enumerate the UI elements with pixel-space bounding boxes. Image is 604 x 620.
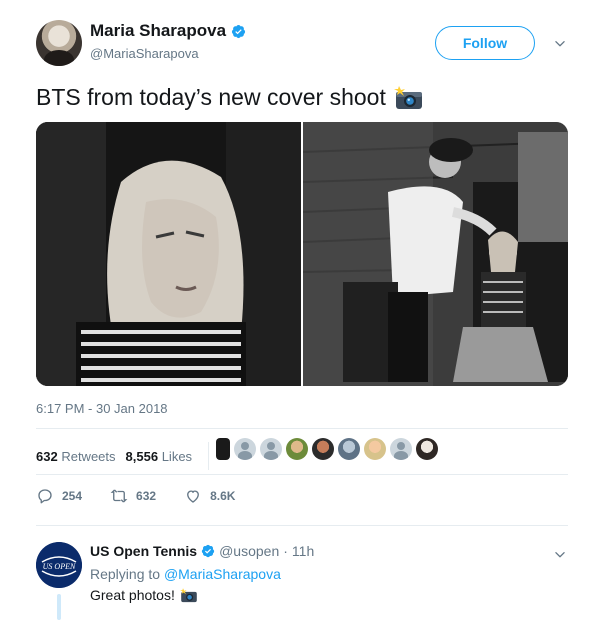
liker-avatar[interactable]	[416, 438, 438, 460]
tweet-card: Maria Sharapova @MariaSharapova Follow B…	[0, 0, 604, 620]
reply-text: Great photos!	[90, 587, 198, 603]
tweet-actions: 254 632 8.6K	[36, 487, 263, 505]
us-open-logo-icon: US OPEN	[36, 542, 82, 588]
retweet-icon	[110, 489, 128, 503]
verified-badge-icon	[231, 24, 246, 38]
chevron-down-icon[interactable]	[553, 37, 567, 51]
heart-icon	[187, 490, 199, 503]
stats-separator	[208, 442, 210, 470]
divider	[36, 474, 568, 475]
portrait-photo-image	[36, 122, 301, 386]
liker-avatar[interactable]	[234, 438, 256, 460]
chevron-down-icon[interactable]	[553, 548, 567, 562]
author-name-row: Maria Sharapova	[90, 21, 246, 41]
like-count: 8.6K	[210, 489, 236, 503]
reply-author-handle[interactable]: @usopen	[219, 543, 279, 559]
reply-header: US Open Tennis @usopen · 11h	[90, 543, 314, 559]
svg-text:US OPEN: US OPEN	[43, 562, 76, 571]
author-name[interactable]: Maria Sharapova	[90, 21, 226, 41]
retweets-count: 632	[36, 448, 58, 464]
photo-portrait[interactable]	[36, 122, 301, 386]
camera-with-flash-icon	[393, 85, 422, 109]
liker-avatar[interactable]	[312, 438, 334, 460]
retweets-label: Retweets	[61, 448, 116, 464]
retweet-action[interactable]: 632	[110, 487, 156, 505]
camera-with-flash-icon	[179, 587, 197, 602]
reply-action[interactable]: 254	[36, 487, 82, 505]
photo-behind-the-scenes[interactable]	[303, 122, 568, 386]
author-avatar[interactable]	[36, 20, 82, 66]
retweets-stat[interactable]: 632 Retweets	[36, 449, 116, 464]
liker-avatar[interactable]	[364, 438, 386, 460]
replying-prefix: Replying to	[90, 566, 161, 582]
bts-photo-image	[303, 122, 568, 386]
reply-tweet[interactable]: US OPEN US Open Tennis @usopen · 11h Rep…	[36, 540, 568, 620]
reply-separator: ·	[283, 543, 288, 559]
likes-label: Likes	[161, 448, 193, 464]
reply-text-content: Great photos!	[90, 587, 175, 603]
tweet-stats: 632 Retweets 8,556 Likes	[36, 442, 215, 470]
reply-time[interactable]: 11h	[292, 543, 314, 559]
liker-avatar[interactable]	[286, 438, 308, 460]
thread-line	[57, 594, 61, 620]
liker-avatar[interactable]	[390, 438, 412, 460]
likes-stat[interactable]: 8,556 Likes	[126, 449, 193, 464]
verified-badge-icon	[201, 544, 215, 558]
tweet-timestamp[interactable]: 6:17 PM - 30 Jan 2018	[36, 401, 168, 416]
reply-author-name[interactable]: US Open Tennis	[90, 543, 197, 559]
liker-avatar[interactable]	[216, 438, 230, 460]
like-action[interactable]: 8.6K	[184, 487, 235, 505]
tweet-text: BTS from today’s new cover shoot	[36, 84, 424, 111]
divider	[36, 428, 568, 429]
author-handle[interactable]: @MariaSharapova	[90, 46, 199, 61]
liker-avatar[interactable]	[260, 438, 282, 460]
likes-count: 8,556	[125, 448, 159, 464]
reply-icon	[38, 489, 52, 504]
likers-avatars	[216, 438, 438, 460]
reply-avatar[interactable]: US OPEN	[36, 542, 82, 588]
reply-count: 254	[62, 489, 83, 503]
divider	[36, 525, 568, 526]
tweet-text-content: BTS from today’s new cover shoot	[36, 84, 386, 110]
tweet-media	[36, 122, 568, 386]
replying-to: Replying to @MariaSharapova	[90, 566, 281, 582]
follow-button[interactable]: Follow	[435, 26, 535, 60]
replying-mention[interactable]: @MariaSharapova	[164, 566, 281, 582]
retweet-count: 632	[136, 489, 157, 503]
liker-avatar[interactable]	[338, 438, 360, 460]
